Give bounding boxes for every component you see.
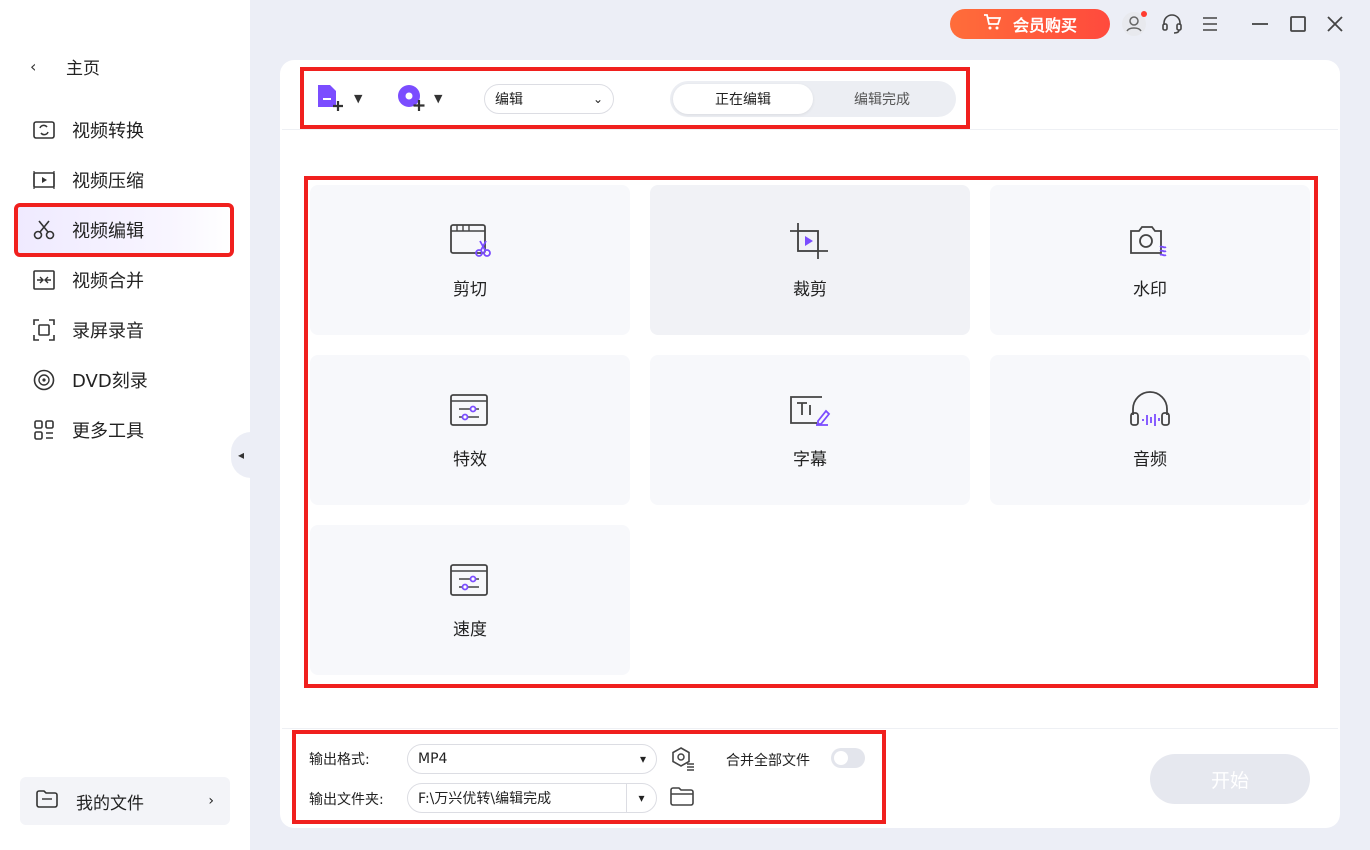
folder-icon xyxy=(670,787,694,806)
chevron-down-icon: ▾ xyxy=(639,752,646,766)
sidebar-item-screen-record[interactable]: 录屏录音 xyxy=(16,305,232,355)
close-button[interactable] xyxy=(1321,10,1349,38)
my-files-label: 我的文件 xyxy=(76,793,144,814)
audio-icon xyxy=(1130,390,1170,426)
sidebar-item-dvd-burn[interactable]: DVD刻录 xyxy=(16,355,232,405)
output-format-select[interactable]: MP4 ▾ xyxy=(407,744,657,774)
editor-toolbar: ▼ ▼ 编辑 ⌄ 正在编辑 编辑完成 xyxy=(300,67,970,129)
user-avatar-button[interactable] xyxy=(1120,10,1148,38)
edit-mode-value: 编辑 xyxy=(495,92,523,108)
format-settings-button[interactable] xyxy=(670,746,696,772)
minimize-icon xyxy=(1252,23,1268,25)
tool-crop[interactable]: 裁剪 xyxy=(650,185,970,335)
tool-label: 速度 xyxy=(453,619,487,640)
cart-icon xyxy=(983,14,1002,34)
output-format-label: 输出格式: xyxy=(309,752,370,768)
vip-purchase-button[interactable]: 会员购买 xyxy=(950,9,1110,39)
screen-record-icon xyxy=(32,318,56,342)
maximize-button[interactable] xyxy=(1284,10,1312,38)
tool-speed[interactable]: 速度 xyxy=(310,525,630,675)
tool-label: 裁剪 xyxy=(793,279,827,300)
cut-icon xyxy=(450,223,491,257)
toolbar-divider xyxy=(282,129,1338,130)
support-button[interactable] xyxy=(1158,10,1186,38)
edit-mode-select[interactable]: 编辑 ⌄ xyxy=(484,84,614,114)
tab-editing[interactable]: 正在编辑 xyxy=(673,84,813,114)
sidebar-nav: 视频转换 视频压缩 视频编辑 视频合并 录屏录音 DVD刻录 更多工具 xyxy=(14,105,234,455)
more-tools-icon xyxy=(32,418,56,442)
watermark-icon xyxy=(1130,225,1167,256)
folder-icon xyxy=(36,789,58,813)
chevron-down-icon: ⌄ xyxy=(592,92,603,106)
chevron-left-icon: ‹ xyxy=(30,56,37,76)
tool-watermark[interactable]: 水印 xyxy=(990,185,1310,335)
start-button[interactable]: 开始 xyxy=(1150,754,1310,804)
chevron-down-icon[interactable]: ▾ xyxy=(626,784,656,812)
tab-edit-done[interactable]: 编辑完成 xyxy=(812,84,952,114)
open-folder-button[interactable] xyxy=(670,787,694,809)
settings-icon xyxy=(672,747,694,771)
chevron-down-icon: ▼ xyxy=(354,91,363,105)
close-icon xyxy=(1327,16,1343,32)
chevron-down-icon: ▼ xyxy=(434,91,443,105)
tool-effects[interactable]: 特效 xyxy=(310,355,630,505)
output-folder-field[interactable]: F:\万兴优转\编辑完成 ▾ xyxy=(407,783,657,813)
merge-all-label: 合并全部文件 xyxy=(726,753,810,769)
tool-label: 水印 xyxy=(1133,279,1167,300)
menu-button[interactable] xyxy=(1196,10,1224,38)
bottom-divider xyxy=(282,728,1338,729)
speed-icon xyxy=(450,563,488,596)
home-label: 主页 xyxy=(66,58,100,79)
merge-all-toggle[interactable] xyxy=(831,748,865,768)
menu-icon xyxy=(1203,17,1217,31)
video-compress-icon xyxy=(32,168,56,192)
output-folder-label: 输出文件夹: xyxy=(309,792,384,808)
tool-label: 特效 xyxy=(453,449,487,470)
sidebar: ‹ 主页 视频转换 视频压缩 视频编辑 视频合并 录屏录音 DVD刻录 更多工具… xyxy=(0,0,250,850)
sidebar-item-label: 更多工具 xyxy=(72,421,144,442)
sidebar-item-label: 视频转换 xyxy=(72,121,144,142)
sidebar-item-label: 视频合并 xyxy=(72,271,144,292)
sidebar-item-video-compress[interactable]: 视频压缩 xyxy=(16,155,232,205)
sidebar-item-label: 视频编辑 xyxy=(72,221,144,242)
sidebar-item-video-convert[interactable]: 视频转换 xyxy=(16,105,232,155)
chevron-left-icon: ◂ xyxy=(237,448,245,462)
dvd-icon xyxy=(32,368,56,392)
sidebar-item-label: 录屏录音 xyxy=(72,321,144,342)
my-files-button[interactable]: 我的文件 › xyxy=(20,777,230,825)
tool-label: 字幕 xyxy=(793,449,827,470)
video-convert-icon xyxy=(32,118,56,142)
maximize-icon xyxy=(1290,16,1306,32)
subtitle-icon xyxy=(790,395,831,426)
headset-icon xyxy=(1162,14,1182,34)
output-format-value: MP4 xyxy=(418,751,448,767)
tool-label: 剪切 xyxy=(453,279,487,300)
minimize-button[interactable] xyxy=(1246,10,1274,38)
home-link[interactable]: ‹ 主页 xyxy=(30,52,100,80)
user-icon xyxy=(1122,11,1147,36)
tool-audio[interactable]: 音频 xyxy=(990,355,1310,505)
video-merge-icon xyxy=(32,268,56,292)
output-folder-value: F:\万兴优转\编辑完成 xyxy=(418,791,552,807)
scissors-icon xyxy=(32,218,56,242)
tool-label: 音频 xyxy=(1133,449,1167,470)
tool-cut[interactable]: 剪切 xyxy=(310,185,630,335)
sidebar-item-label: DVD刻录 xyxy=(72,371,148,392)
sidebar-item-more-tools[interactable]: 更多工具 xyxy=(16,405,232,455)
crop-icon xyxy=(790,222,828,259)
add-disc-button[interactable]: ▼ xyxy=(396,83,442,113)
sidebar-item-label: 视频压缩 xyxy=(72,171,144,192)
effects-icon xyxy=(450,393,488,426)
add-file-button[interactable]: ▼ xyxy=(316,83,362,113)
sidebar-item-video-merge[interactable]: 视频合并 xyxy=(16,255,232,305)
tool-subtitle[interactable]: 字幕 xyxy=(650,355,970,505)
chevron-right-icon: › xyxy=(208,793,214,809)
edit-status-tabs: 正在编辑 编辑完成 xyxy=(670,81,956,117)
vip-label: 会员购买 xyxy=(1012,16,1077,35)
sidebar-item-video-edit[interactable]: 视频编辑 xyxy=(14,203,234,257)
add-file-icon xyxy=(318,85,343,111)
add-disc-icon xyxy=(398,85,425,111)
